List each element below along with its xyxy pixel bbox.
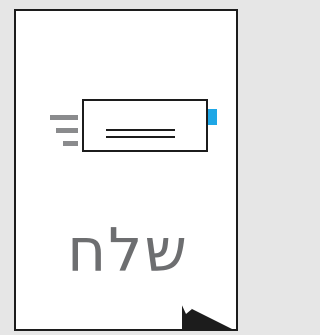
send-tile[interactable]: שלח	[14, 9, 238, 331]
send-label: שלח	[67, 216, 189, 286]
screen-background: שלח	[0, 0, 253, 335]
stamp-icon	[208, 109, 217, 125]
